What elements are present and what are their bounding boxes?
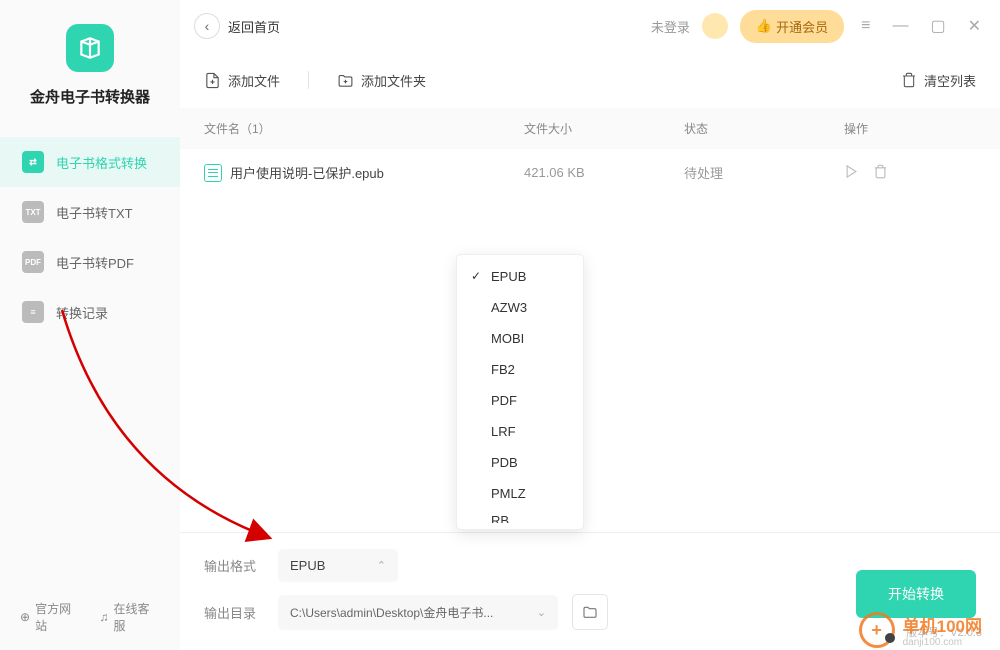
format-dropdown: EPUB AZW3 MOBI FB2 PDF LRF PDB PMLZ RB (456, 254, 584, 530)
file-actions (844, 164, 976, 182)
pdf-icon: PDF (22, 251, 44, 273)
chevron-down-icon: ⌄ (537, 606, 546, 619)
dropdown-option-epub[interactable]: EPUB (457, 261, 583, 292)
watermark-name: 单机100网 (903, 612, 982, 637)
main: ‹ 返回首页 未登录 👍 开通会员 ≡ — ▢ ✕ 添加文件 (180, 0, 1000, 650)
vip-button[interactable]: 👍 开通会员 (740, 10, 844, 43)
output-format-label: 输出格式 (204, 556, 264, 575)
btn-label: 添加文件 (228, 71, 280, 90)
back-button[interactable]: ‹ 返回首页 (194, 13, 280, 39)
headset-icon: ♫ (100, 610, 109, 624)
btn-label: 添加文件夹 (361, 71, 426, 90)
start-label: 开始转换 (888, 586, 944, 602)
dropdown-option-pdf[interactable]: PDF (457, 385, 583, 416)
login-status[interactable]: 未登录 (651, 17, 690, 36)
watermark: + 单机100网 danji100.com (859, 612, 982, 648)
file-status-cell: 待处理 (684, 163, 844, 182)
toolbar: 添加文件 添加文件夹 清空列表 (180, 52, 1000, 108)
watermark-logo: + (859, 612, 895, 648)
col-size: 文件大小 (524, 120, 684, 137)
nav-label: 电子书转TXT (56, 203, 133, 222)
trash-icon (901, 72, 917, 88)
globe-icon: ⊕ (20, 610, 30, 624)
chevron-up-icon: ⌃ (377, 559, 386, 572)
add-file-icon (204, 72, 221, 89)
epub-file-icon (204, 164, 222, 182)
add-file-button[interactable]: 添加文件 (204, 71, 280, 90)
thumbs-up-icon: 👍 (756, 18, 772, 34)
add-folder-button[interactable]: 添加文件夹 (337, 71, 426, 90)
header: ‹ 返回首页 未登录 👍 开通会员 ≡ — ▢ ✕ (180, 0, 1000, 52)
nav-to-txt[interactable]: TXT 电子书转TXT (0, 187, 180, 237)
app-logo (66, 24, 114, 72)
vip-label: 开通会员 (776, 17, 828, 36)
nav-to-pdf[interactable]: PDF 电子书转PDF (0, 237, 180, 287)
link-label: 在线客服 (114, 600, 160, 634)
chevron-left-icon: ‹ (194, 13, 220, 39)
app-title: 金舟电子书转换器 (20, 86, 160, 107)
start-convert-button[interactable]: 开始转换 (856, 570, 976, 618)
convert-icon: ⇄ (22, 151, 44, 173)
clear-list-button[interactable]: 清空列表 (901, 71, 976, 90)
dropdown-option-pdb[interactable]: PDB (457, 447, 583, 478)
file-name-cell: 用户使用说明-已保护.epub (204, 163, 524, 182)
add-folder-icon (337, 72, 354, 89)
header-right: 未登录 👍 开通会员 ≡ — ▢ ✕ (651, 10, 986, 43)
btn-label: 清空列表 (924, 71, 976, 90)
output-dir-label: 输出目录 (204, 603, 264, 622)
folder-icon (582, 604, 598, 620)
menu-button[interactable]: ≡ (856, 15, 875, 37)
dropdown-option-lrf[interactable]: LRF (457, 416, 583, 447)
logo-area: 金舟电子书转换器 (0, 0, 180, 123)
col-name: 文件名（1） (204, 120, 524, 137)
support-link[interactable]: ♫ 在线客服 (100, 600, 160, 634)
dropdown-option-fb2[interactable]: FB2 (457, 354, 583, 385)
avatar[interactable] (702, 13, 728, 39)
txt-icon: TXT (22, 201, 44, 223)
dropdown-option-mobi[interactable]: MOBI (457, 323, 583, 354)
dropdown-option-azw3[interactable]: AZW3 (457, 292, 583, 323)
nav-label: 转换记录 (56, 303, 108, 322)
delete-button[interactable] (873, 164, 888, 182)
close-button[interactable]: ✕ (963, 14, 986, 38)
minimize-button[interactable]: — (887, 15, 913, 37)
nav-label: 电子书转PDF (56, 253, 134, 272)
file-size-cell: 421.06 KB (524, 165, 684, 180)
maximize-button[interactable]: ▢ (925, 14, 950, 38)
history-icon: ≡ (22, 301, 44, 323)
format-value: EPUB (290, 558, 325, 573)
table-row[interactable]: 用户使用说明-已保护.epub 421.06 KB 待处理 (180, 149, 1000, 196)
play-button[interactable] (844, 164, 859, 182)
footer-links: ⊕ 官方网站 ♫ 在线客服 (0, 584, 180, 650)
separator (308, 71, 309, 89)
nav-label: 电子书格式转换 (56, 153, 147, 172)
output-format-select[interactable]: EPUB ⌃ (278, 549, 398, 582)
open-folder-button[interactable] (572, 594, 608, 630)
nav-history[interactable]: ≡ 转换记录 (0, 287, 180, 337)
link-label: 官方网站 (35, 600, 81, 634)
official-website-link[interactable]: ⊕ 官方网站 (20, 600, 82, 634)
back-label: 返回首页 (228, 17, 280, 36)
col-status: 状态 (684, 120, 844, 137)
nav: ⇄ 电子书格式转换 TXT 电子书转TXT PDF 电子书转PDF ≡ 转换记录 (0, 123, 180, 351)
watermark-sub: danji100.com (903, 637, 982, 648)
sidebar: 金舟电子书转换器 ⇄ 电子书格式转换 TXT 电子书转TXT PDF 电子书转P… (0, 0, 180, 650)
dir-value: C:\Users\admin\Desktop\金舟电子书... (290, 604, 493, 621)
table-header: 文件名（1） 文件大小 状态 操作 (180, 108, 1000, 149)
nav-format-convert[interactable]: ⇄ 电子书格式转换 (0, 137, 180, 187)
output-dir-select[interactable]: C:\Users\admin\Desktop\金舟电子书... ⌄ (278, 595, 558, 630)
dropdown-option-pmlz[interactable]: PMLZ (457, 478, 583, 509)
dropdown-option-rb[interactable]: RB (457, 509, 583, 523)
file-name-text: 用户使用说明-已保护.epub (230, 163, 384, 182)
col-action: 操作 (844, 120, 976, 137)
